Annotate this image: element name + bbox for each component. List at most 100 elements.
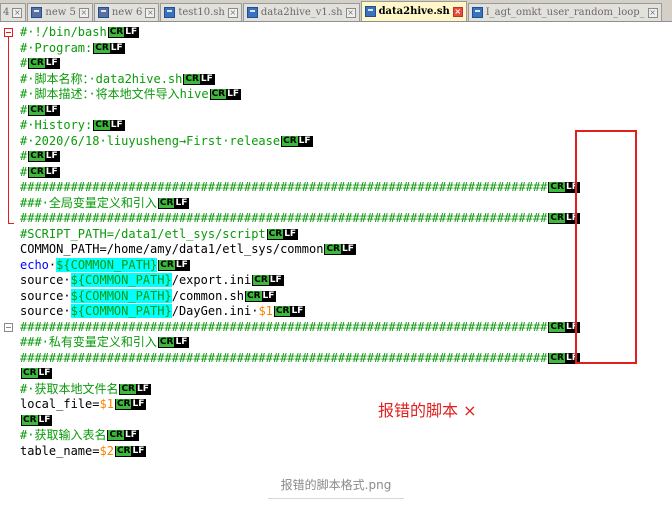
crlf-marker: CR LF — [119, 383, 151, 395]
code-line[interactable]: #·Program: CR LF — [20, 41, 580, 57]
cr-symbol: CR — [245, 290, 262, 301]
crlf-marker: CR LF — [107, 27, 140, 38]
cr-symbol: CR — [94, 120, 110, 130]
close-icon[interactable]: × — [145, 7, 156, 18]
code-line[interactable]: #·获取本地文件名 CR LF — [20, 382, 580, 398]
cr-symbol: CR — [158, 337, 175, 347]
code-line[interactable]: #SCRIPT_PATH=/data1/etl_sys/script CR LF — [20, 227, 580, 243]
code-line[interactable]: #·!/bin/bash CR LF — [20, 25, 580, 41]
cr-symbol: CR — [115, 399, 132, 409]
code-token: #·History: — [20, 118, 93, 132]
tab-0[interactable]: 4 × — [0, 3, 27, 21]
lf-symbol: LF — [132, 399, 145, 409]
code-token: #·!/bin/bash — [20, 25, 107, 39]
cr-symbol: CR — [253, 275, 269, 285]
close-icon[interactable]: × — [12, 7, 23, 18]
code-token: #·Program: — [20, 40, 93, 55]
crlf-marker: CR LF — [93, 120, 125, 131]
cr-symbol: CR — [158, 197, 175, 208]
lf-symbol: LF — [175, 337, 188, 347]
code-line[interactable]: source·${COMMON_PATH}/DayGen.ini·$1 CR LF — [20, 304, 580, 320]
tab-3[interactable]: test10.sh × — [160, 3, 242, 21]
code-token: echo — [20, 257, 49, 272]
lf-symbol: LF — [227, 89, 240, 99]
fold-toggle-icon[interactable] — [4, 323, 13, 332]
cr-symbol: CR — [22, 414, 38, 425]
disk-icon — [31, 7, 43, 18]
tab-2[interactable]: new 6 × — [93, 3, 160, 21]
cr-symbol: CR — [267, 228, 284, 239]
cr-symbol: CR — [325, 244, 341, 254]
code-line[interactable]: ########################################… — [20, 180, 580, 196]
code-line[interactable]: #·脚本描述：·将本地文件导入hive CR LF — [20, 87, 580, 103]
crlf-marker: CR LF — [266, 228, 299, 240]
code-line[interactable]: #·脚本名称：·data2hive.sh CR LF — [20, 72, 580, 88]
code-line[interactable]: # CR LF — [20, 103, 580, 119]
code-line[interactable]: # CR LF — [20, 56, 580, 72]
code-line[interactable]: table_name=$2 CR LF — [20, 444, 580, 460]
fold-toggle-icon[interactable] — [4, 28, 13, 37]
close-icon[interactable]: × — [227, 7, 238, 18]
code-line[interactable]: echo·${COMMON_PATH} CR LF — [20, 257, 580, 274]
code-line[interactable]: ########################################… — [20, 351, 580, 367]
code-line[interactable]: COMMON_PATH=/home/amy/data1/etl_sys/comm… — [20, 242, 580, 258]
code-line[interactable]: #·History: CR LF — [20, 118, 580, 134]
code-line[interactable]: CR LF — [20, 366, 580, 382]
tab-5[interactable]: data2hive.sh × — [360, 1, 467, 21]
crlf-marker: CR LF — [324, 244, 356, 255]
code-token: # — [20, 164, 28, 179]
code-token: COMMON_PATH=/home/amy/data1/etl_sys/comm… — [20, 242, 324, 256]
code-lines[interactable]: #·!/bin/bash CR LF #·Program: CR LF # CR LF #·脚本名… — [20, 25, 580, 459]
code-line[interactable]: # CR LF — [20, 149, 580, 165]
lf-symbol: LF — [38, 414, 51, 425]
lf-symbol: LF — [45, 104, 58, 115]
code-editor[interactable]: #·!/bin/bash CR LF #·Program: CR LF # CR LF #·脚本名… — [0, 22, 672, 460]
tab-4[interactable]: data2hive_v1.sh × — [242, 3, 360, 21]
code-line[interactable]: # CR LF — [20, 165, 580, 181]
code-token: ###·私有变量定义和引入 — [20, 335, 157, 349]
cr-symbol: CR — [549, 321, 565, 332]
tab-1[interactable]: new 5 × — [27, 3, 93, 21]
code-line[interactable]: #·2020/6/18·liuyusheng→First·release CR LF — [20, 134, 580, 150]
tab-bar: 4 × new 5 × new 6 × test10.sh × data2hive_v1.sh ×… — [0, 0, 672, 22]
code-line[interactable]: source·${COMMON_PATH}/export.ini CR LF — [20, 273, 580, 289]
code-token: /DayGen.ini· — [171, 304, 259, 318]
crlf-marker: CR LF — [21, 414, 53, 426]
code-token: $1 — [99, 397, 114, 411]
lf-symbol: LF — [38, 368, 51, 378]
code-line[interactable]: CR LF — [20, 413, 580, 429]
code-line[interactable]: source·${COMMON_PATH}/common.sh CR LF — [20, 288, 580, 305]
cr-symbol: CR — [29, 104, 45, 115]
code-line[interactable]: ########################################… — [20, 211, 580, 227]
code-line[interactable]: ########################################… — [20, 320, 580, 336]
code-token: /common.sh — [171, 288, 244, 303]
close-icon[interactable]: × — [78, 7, 89, 18]
tab-label: new 6 — [111, 7, 143, 18]
code-line[interactable]: ###·私有变量定义和引入 CR LF — [20, 335, 580, 351]
code-token: ${COMMON_PATH} — [70, 304, 172, 318]
code-line[interactable]: ###·全局变量定义和引入 CR LF — [20, 196, 580, 212]
tab-6[interactable]: I_agt_omkt_user_random_loop_ × — [467, 3, 662, 21]
crlf-marker: CR LF — [107, 430, 139, 441]
close-icon[interactable]: × — [647, 7, 658, 18]
code-token: # — [20, 56, 28, 70]
crlf-marker: CR LF — [157, 337, 190, 348]
crlf-marker: CR LF — [28, 166, 60, 178]
disk-icon — [97, 7, 109, 18]
code-line[interactable]: local_file=$1 CR LF — [20, 397, 580, 413]
close-icon[interactable]: × — [345, 7, 356, 18]
tab-label: I_agt_omkt_user_random_loop_ — [485, 7, 645, 18]
caption-underline — [268, 498, 404, 499]
crlf-marker: CR LF — [93, 42, 125, 54]
lf-symbol: LF — [110, 120, 123, 130]
code-token: #·脚本名称：·data2hive.sh — [20, 71, 183, 86]
code-token: source· — [20, 304, 71, 318]
code-token: /export.ini — [171, 273, 252, 287]
cr-symbol: CR — [210, 89, 227, 99]
code-line[interactable]: #·获取输入表名 CR LF — [20, 428, 580, 444]
code-token: ########################################… — [20, 211, 548, 225]
cr-symbol: CR — [108, 27, 125, 37]
crlf-marker: CR LF — [157, 197, 190, 209]
cr-symbol: CR — [108, 430, 124, 440]
close-icon[interactable]: × — [452, 6, 463, 17]
